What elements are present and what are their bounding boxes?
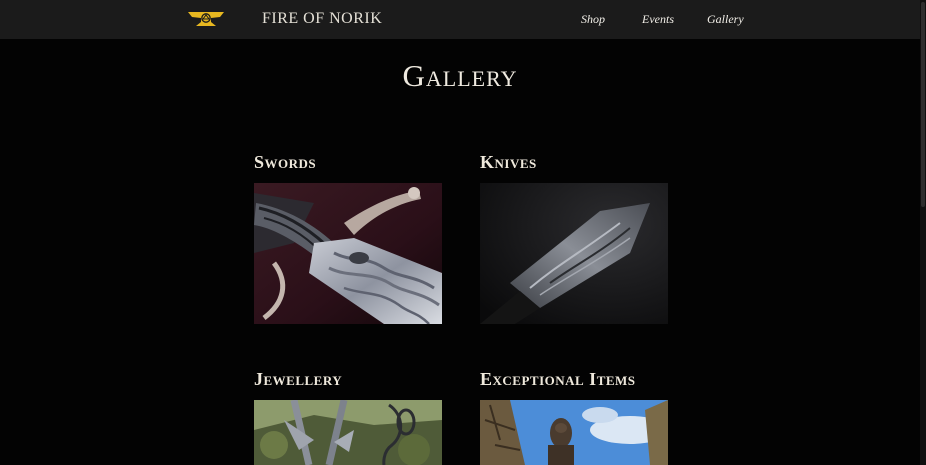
category-title-swords: Swords [254,152,317,172]
forged-jewellery-photo [254,400,442,465]
nav-link-gallery[interactable]: Gallery [707,12,744,27]
knife-damascus-photo [480,183,668,324]
jewellery-gallery-image[interactable] [254,400,442,465]
nav-link-events[interactable]: Events [642,12,674,27]
nav-link-shop[interactable]: Shop [581,12,605,27]
swords-gallery-image[interactable] [254,183,442,324]
scrollbar-thumb[interactable] [921,2,925,207]
category-title-knives: Knives [480,152,537,172]
exceptional-items-gallery-image[interactable] [480,400,668,465]
category-title-jewellery: Jewellery [254,369,343,389]
page-scrollbar[interactable] [920,0,926,465]
brand-link[interactable]: FIRE OF NORIK [262,10,382,28]
top-nav-bar: FIRE OF NORIK Shop Events Gallery [0,0,920,39]
knives-gallery-image[interactable] [480,183,668,324]
anvil-logo-icon[interactable] [187,10,225,28]
page-title: Gallery [402,58,518,93]
wooden-sculpture-photo [480,400,668,465]
sword-damascus-photo [254,183,442,324]
category-title-exceptional-items: Exceptional Items [480,369,636,389]
